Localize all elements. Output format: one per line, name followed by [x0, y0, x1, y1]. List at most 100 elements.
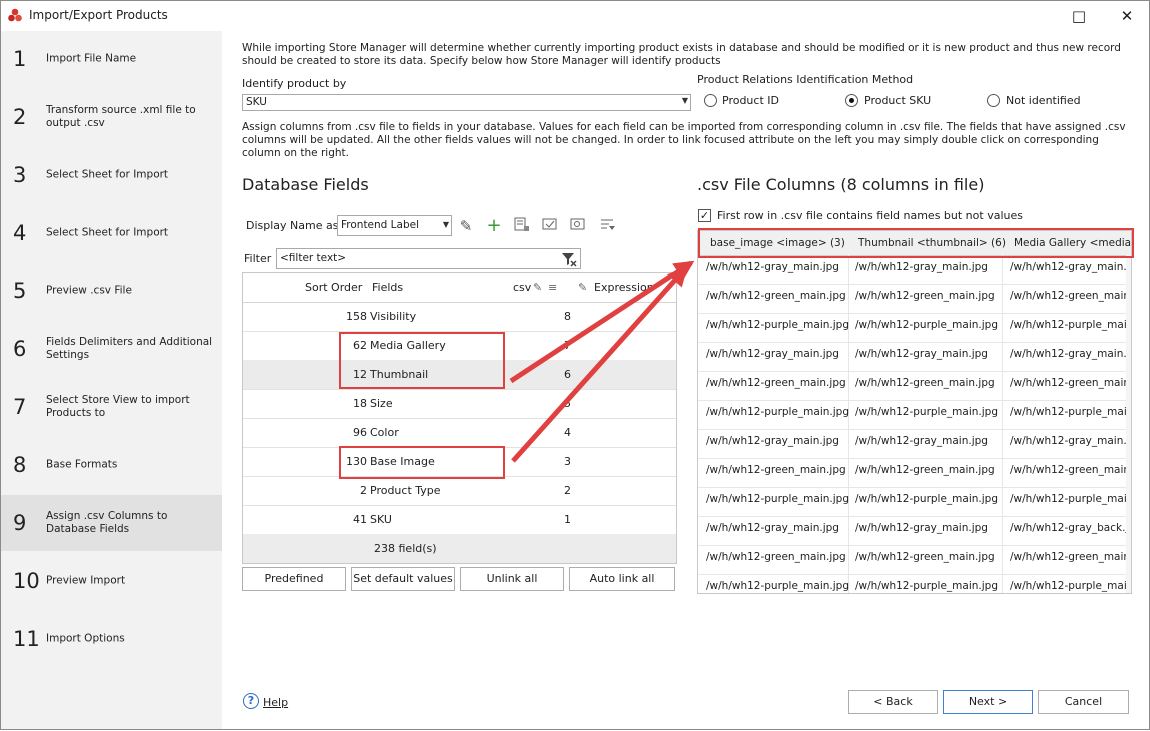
csv-cell: /w/h/wh12-green_main.jpg — [706, 551, 846, 563]
step-7[interactable]: 7 Select Store View to import Products to — [1, 379, 222, 435]
intro-text: While importing Store Manager will deter… — [242, 42, 1121, 67]
highlight-base-image — [339, 446, 505, 479]
col-expression[interactable]: Expression — [594, 281, 654, 294]
radio-not-identified[interactable] — [987, 94, 1000, 107]
csv-row[interactable]: /w/h/wh12-gray_main.jpg/w/h/wh12-gray_ma… — [698, 429, 1131, 459]
highlight-media-thumbnail — [339, 332, 505, 389]
step-3[interactable]: 3 Select Sheet for Import — [1, 147, 222, 203]
cancel-button[interactable]: Cancel — [1038, 690, 1129, 714]
step-1[interactable]: 1 Import File Name — [1, 31, 222, 87]
database-fields-grid[interactable]: Sort Order Fields csv ✎ ≡ ✎ Expression 1… — [242, 272, 677, 564]
back-button[interactable]: < Back — [848, 690, 938, 714]
close-icon[interactable]: ✕ — [1109, 4, 1145, 28]
col-sort-order[interactable]: Sort Order — [305, 281, 362, 294]
table-row[interactable]: 158 Visibility 8 — [243, 302, 676, 332]
row-sort-order: 41 — [353, 513, 367, 526]
csv-cell: /w/h/wh12-gray_main.jpg — [1010, 435, 1132, 447]
csv-cell: /w/h/wh12-green_main — [1010, 377, 1131, 389]
preview-fields-icon[interactable] — [569, 216, 587, 234]
col-fields[interactable]: Fields — [372, 281, 403, 294]
step-number: 6 — [13, 337, 27, 361]
import-export-window: Import/Export Products □ ✕ 1 Import File … — [0, 0, 1150, 730]
step-10[interactable]: 10 Preview Import — [1, 553, 222, 609]
csv-row[interactable]: /w/h/wh12-purple_main.jpg/w/h/wh12-purpl… — [698, 400, 1131, 430]
chevron-down-icon: ▼ — [442, 220, 449, 229]
radio-label-product-sku: Product SKU — [864, 94, 932, 107]
table-row[interactable]: 18 Size 5 — [243, 389, 676, 419]
identify-value: SKU — [246, 96, 267, 108]
step-4[interactable]: 4 Select Sheet for Import — [1, 205, 222, 261]
step-9-active[interactable]: 9 Assign .csv Columns to Database Fields — [1, 495, 222, 551]
clear-filter-icon[interactable] — [561, 251, 577, 267]
csv-cell: /w/h/wh12-purple_main.jpg — [706, 319, 849, 331]
step-label: Base Formats — [46, 458, 118, 471]
row-sort-order: 2 — [360, 484, 367, 497]
edit-pencil-icon: ✎ — [533, 281, 543, 294]
link-fields-icon[interactable] — [513, 216, 531, 234]
display-name-label: Display Name as — [246, 219, 339, 232]
predefined-button[interactable]: Predefined — [242, 567, 346, 591]
step-2[interactable]: 2 Transform source .xml file to output .c… — [1, 89, 222, 145]
step-11[interactable]: 11 Import Options — [1, 611, 222, 667]
csv-row[interactable]: /w/h/wh12-green_main.jpg/w/h/wh12-green_… — [698, 371, 1131, 401]
csv-row[interactable]: /w/h/wh12-green_main.jpg/w/h/wh12-green_… — [698, 545, 1131, 575]
help-icon[interactable]: ? — [243, 693, 259, 709]
vertical-scrollbar[interactable] — [1126, 255, 1131, 593]
radio-product-id[interactable] — [704, 94, 717, 107]
csv-cell: /w/h/wh12-gray_main.jpg — [1010, 348, 1132, 360]
first-row-checkbox[interactable]: ✓ — [698, 209, 711, 222]
row-csv: 1 — [564, 513, 571, 526]
csv-row[interactable]: /w/h/wh12-gray_main.jpg/w/h/wh12-gray_ma… — [698, 255, 1131, 285]
step-label: Select Sheet for Import — [46, 168, 169, 181]
csv-row[interactable]: /w/h/wh12-gray_main.jpg/w/h/wh12-gray_ma… — [698, 342, 1131, 372]
csv-row[interactable]: /w/h/wh12-purple_main.jpg/w/h/wh12-purpl… — [698, 487, 1131, 517]
help-link[interactable]: Help — [263, 696, 288, 709]
identify-product-select[interactable]: SKU ▼ — [242, 94, 691, 111]
relations-label: Product Relations Identification Method — [697, 73, 914, 86]
step-label: Import Options — [46, 632, 125, 645]
csv-row[interactable]: /w/h/wh12-gray_main.jpg/w/h/wh12-gray_ma… — [698, 516, 1131, 546]
add-icon[interactable]: + — [485, 217, 503, 235]
table-row[interactable]: 96 Color 4 — [243, 418, 676, 448]
display-name-select[interactable]: Frontend Label ▼ — [337, 215, 452, 236]
col-csv[interactable]: csv — [513, 281, 531, 294]
table-row[interactable]: 2 Product Type 2 — [243, 476, 676, 506]
row-sort-order: 96 — [353, 426, 367, 439]
app-logo-icon — [8, 8, 22, 22]
row-csv: 3 — [564, 455, 571, 468]
wizard-steps-sidebar: 1 Import File Name 2 Transform source .xml… — [1, 31, 222, 729]
edit-pencil-icon[interactable]: ✎ — [457, 217, 475, 235]
filter-input[interactable]: <filter text> — [276, 248, 581, 269]
csv-row[interactable]: /w/h/wh12-green_main.jpg/w/h/wh12-green_… — [698, 458, 1131, 488]
csv-row[interactable]: /w/h/wh12-purple_main.jpg/w/h/wh12-purpl… — [698, 313, 1131, 343]
step-6[interactable]: 6 Fields Delimiters and Additional Settin… — [1, 321, 222, 377]
title-bar: Import/Export Products □ ✕ — [1, 1, 1149, 31]
step-label: Select Store View to import Products to — [46, 394, 190, 419]
display-name-value: Frontend Label — [341, 219, 420, 231]
set-default-values-button[interactable]: Set default values — [351, 567, 455, 591]
csv-cell: /w/h/wh12-gray_main.jpg — [706, 522, 839, 534]
csv-columns-grid[interactable]: base_image <image> (3) Thumbnail <thumbn… — [697, 230, 1132, 594]
maximize-icon[interactable]: □ — [1061, 4, 1097, 28]
check-fields-icon[interactable] — [541, 216, 559, 234]
table-row[interactable]: 41 SKU 1 — [243, 505, 676, 535]
csv-cell: /w/h/wh12-purple_main.jpg — [855, 319, 998, 331]
unlink-all-button[interactable]: Unlink all — [460, 567, 564, 591]
csv-row[interactable]: /w/h/wh12-green_main.jpg/w/h/wh12-green_… — [698, 284, 1131, 314]
csv-cell: /w/h/wh12-gray_back.jpg — [1010, 522, 1132, 534]
csv-cell: /w/h/wh12-purple_main — [1010, 580, 1132, 592]
step-number: 7 — [13, 395, 27, 419]
csv-row[interactable]: /w/h/wh12-purple_main.jpg/w/h/wh12-purpl… — [698, 574, 1132, 593]
step-8[interactable]: 8 Base Formats — [1, 437, 222, 493]
radio-product-sku[interactable] — [845, 94, 858, 107]
step-5[interactable]: 5 Preview .csv File — [1, 263, 222, 319]
csv-cell: /w/h/wh12-green_main.jpg — [706, 464, 846, 476]
step-label: Preview Import — [46, 574, 126, 587]
csv-cell: /w/h/wh12-gray_main.jpg — [855, 261, 988, 273]
auto-link-all-button[interactable]: Auto link all — [569, 567, 675, 591]
radio-label-not-identified: Not identified — [1006, 94, 1081, 107]
next-button[interactable]: Next > — [943, 690, 1033, 714]
row-csv: 2 — [564, 484, 571, 497]
filter-columns-icon[interactable] — [599, 216, 617, 234]
step-number: 3 — [13, 163, 27, 187]
